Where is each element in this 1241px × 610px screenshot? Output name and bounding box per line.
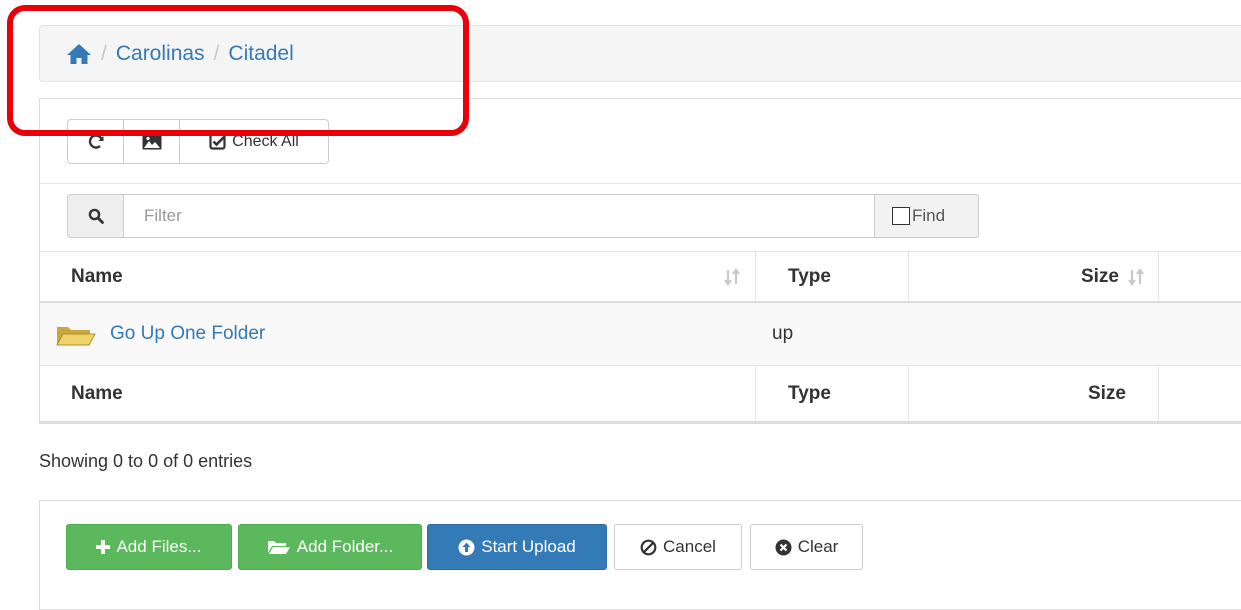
sort-icon [723,267,741,286]
entries-info: Showing 0 to 0 of 0 entries [39,451,253,471]
file-browser-panel: Check All Find Name [39,98,1241,424]
column-footer-type: Type [756,366,909,421]
column-footer-size: Size [909,366,1159,421]
folder-open-icon [54,319,96,349]
add-folder-button[interactable]: Add Folder... [238,524,422,570]
refresh-button[interactable] [68,120,124,163]
column-header-name[interactable]: Name [40,252,756,301]
cell-name: Go Up One Folder [40,303,756,365]
breadcrumb-separator: / [101,41,107,65]
thumbnail-toggle-button[interactable] [124,120,180,163]
folder-open-icon [267,539,291,555]
column-header-extra [1159,252,1241,301]
column-header-size[interactable]: Size [909,252,1159,301]
table-header: Name Type Size [40,251,1241,303]
breadcrumb: / Carolinas / Citadel [39,25,1241,82]
column-header-type[interactable]: Type [756,252,909,301]
cell-type: up [772,323,794,344]
refresh-icon [87,133,105,151]
sort-icon [1127,267,1145,286]
image-icon [142,134,162,150]
filter-bar: Find [67,194,979,238]
check-all-label: Check All [232,132,299,150]
ban-icon [640,539,657,556]
find-checkbox[interactable] [892,207,910,225]
breadcrumb-item-citadel[interactable]: Citadel [228,42,293,66]
find-label: Find [912,206,946,225]
cell-extra [1159,303,1241,365]
table-row[interactable]: Go Up One Folder up [40,303,1241,366]
find-toggle[interactable]: Find [874,194,979,238]
breadcrumb-separator: / [213,41,220,65]
toolbar-button-group: Check All [67,119,329,164]
upload-panel: Add Files... Add Folder... Start Upload … [39,500,1241,610]
home-icon[interactable] [66,43,92,65]
clear-button[interactable]: Clear [750,524,863,570]
search-icon [88,208,104,224]
breadcrumb-item-carolinas[interactable]: Carolinas [116,42,205,66]
filter-input[interactable] [124,194,874,238]
column-footer-name: Name [40,366,756,421]
add-files-button[interactable]: Add Files... [66,524,232,570]
check-all-button[interactable]: Check All [180,120,328,163]
cancel-button[interactable]: Cancel [614,524,742,570]
table-footer: Name Type Size [40,366,1241,423]
check-square-icon [209,133,226,150]
column-footer-extra [1159,366,1241,421]
toolbar: Check All Find [40,99,1241,238]
cell-size [909,303,1159,365]
circle-arrow-up-icon [458,539,475,556]
search-addon [67,194,124,238]
circle-x-icon [775,539,792,556]
start-upload-button[interactable]: Start Upload [427,524,607,570]
go-up-folder-link[interactable]: Go Up One Folder [110,323,265,345]
plus-icon [96,540,111,554]
